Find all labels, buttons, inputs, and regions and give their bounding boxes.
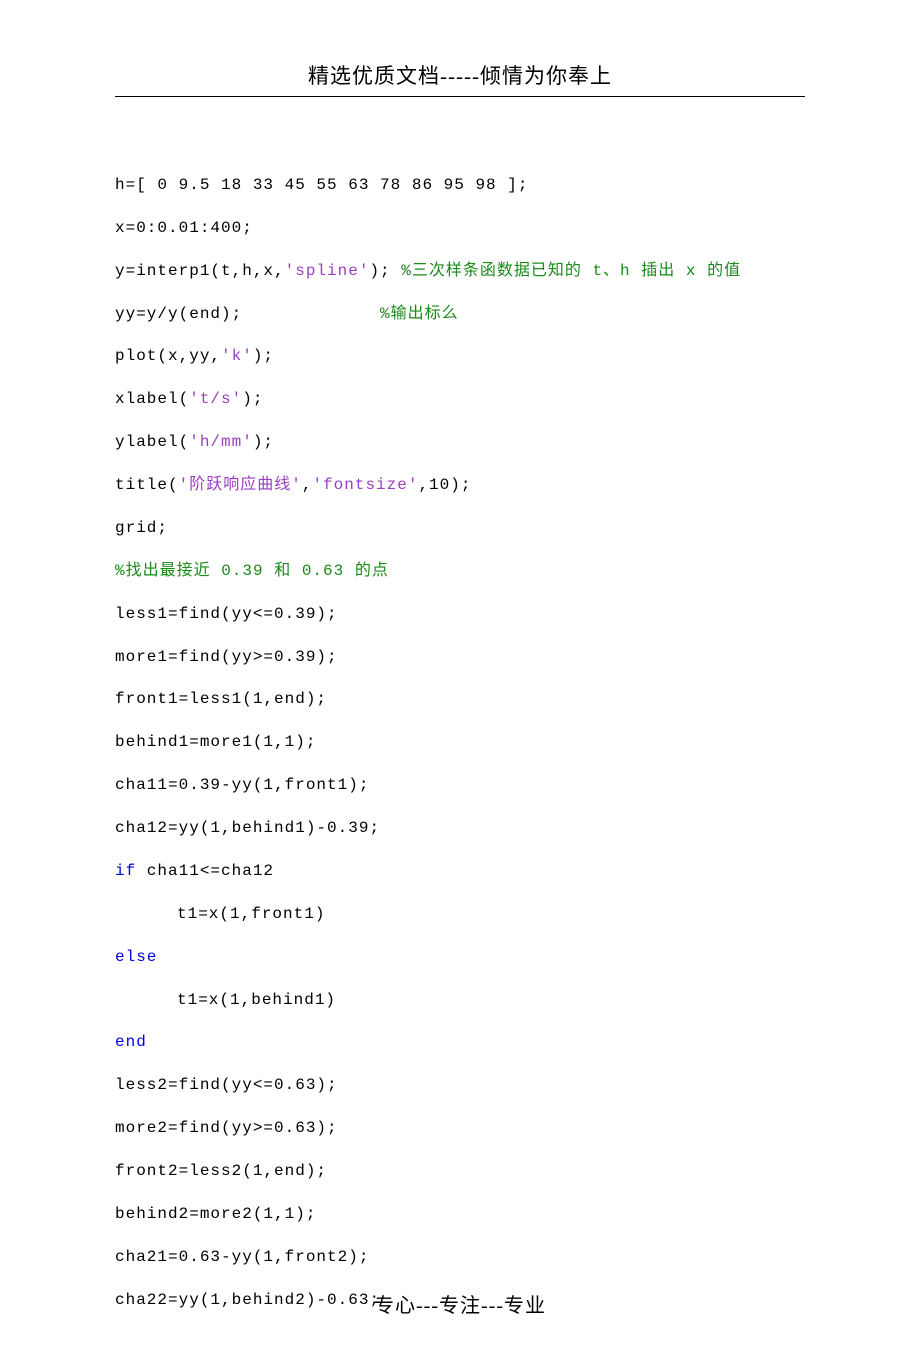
code-keyword: end (115, 1033, 147, 1051)
code-line: y=interp1(t,h,x,'spline'); %三次样条函数据已知的 t… (115, 262, 741, 280)
code-line: front1=less1(1,end); (115, 690, 327, 708)
code-line: h=[ 0 9.5 18 33 45 55 63 78 86 95 98 ]; (115, 176, 528, 194)
document-page: 精选优质文档-----倾情为你奉上 h=[ 0 9.5 18 33 45 55 … (0, 0, 920, 1362)
page-header: 精选优质文档-----倾情为你奉上 (115, 60, 805, 90)
code-line: cha12=yy(1,behind1)-0.39; (115, 819, 380, 837)
code-line: yy=y/y(end); %输出标么 (115, 305, 459, 323)
code-block: h=[ 0 9.5 18 33 45 55 63 78 86 95 98 ]; … (115, 121, 805, 1322)
code-line: t1=x(1,front1) (115, 905, 325, 923)
code-comment: %找出最接近 0.39 和 0.63 的点 (115, 562, 389, 580)
code-line: front2=less2(1,end); (115, 1162, 327, 1180)
code-line: more1=find(yy>=0.39); (115, 648, 338, 666)
code-line: grid; (115, 519, 168, 537)
code-line: plot(x,yy,'k'); (115, 347, 274, 365)
code-line: more2=find(yy>=0.63); (115, 1119, 338, 1137)
code-line: behind1=more1(1,1); (115, 733, 316, 751)
code-line: ylabel('h/mm'); (115, 433, 274, 451)
code-line: x=0:0.01:400; (115, 219, 253, 237)
header-rule (115, 96, 805, 97)
code-line: less1=find(yy<=0.39); (115, 605, 338, 623)
code-line: if cha11<=cha12 (115, 862, 274, 880)
code-line: less2=find(yy<=0.63); (115, 1076, 338, 1094)
code-line: cha21=0.63-yy(1,front2); (115, 1248, 369, 1266)
code-keyword: else (115, 948, 157, 966)
code-line: t1=x(1,behind1) (115, 991, 336, 1009)
page-footer: 专心---专注---专业 (0, 1289, 920, 1318)
code-line: xlabel('t/s'); (115, 390, 263, 408)
code-line: cha11=0.39-yy(1,front1); (115, 776, 369, 794)
code-line: title('阶跃响应曲线','fontsize',10); (115, 476, 471, 494)
code-line: behind2=more2(1,1); (115, 1205, 316, 1223)
